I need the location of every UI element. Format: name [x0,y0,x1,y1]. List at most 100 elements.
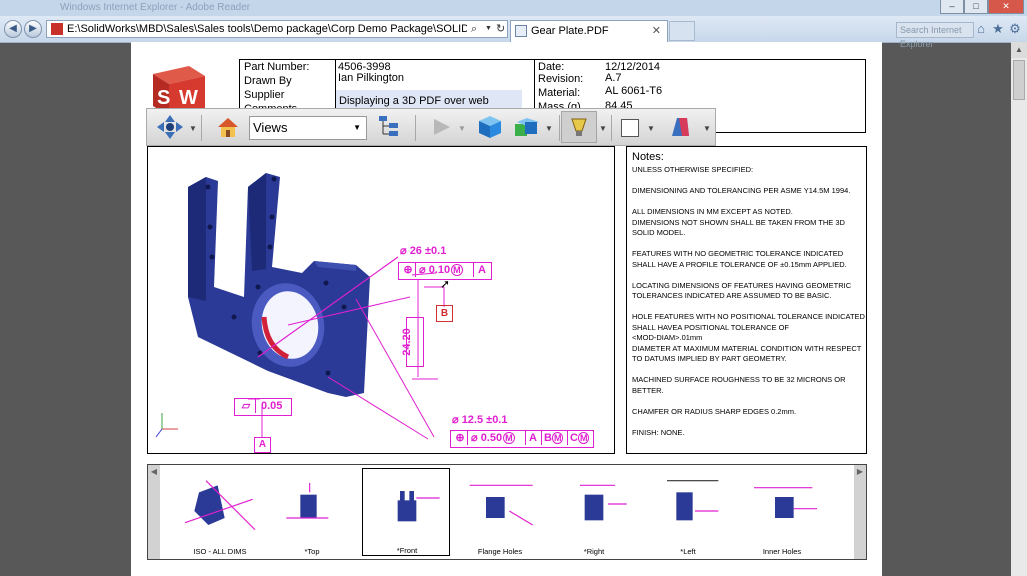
view-thumbnail[interactable]: Inner Holes [738,468,826,556]
fcf2-modifier: M [503,432,515,444]
scroll-right-button[interactable]: ▶ [854,465,866,559]
notes-line: ALL DIMENSIONS IN MM EXCEPT AS NOTED. [632,207,793,216]
diameter-dim-2: ⌀ 12.5 ±0.1 [452,414,508,426]
view-thumbnail-image [580,484,627,521]
window-title-bar: Windows Internet Explorer - Adobe Reader… [0,0,1027,16]
3d-cube-icon[interactable] [477,114,503,140]
back-button[interactable]: ◀ [4,20,22,38]
new-tab-button[interactable] [669,21,695,41]
notes-line: SHALL HAVE A PROFILE TOLERANCE OF ±0.15m… [632,259,847,269]
cross-section-icon[interactable] [667,114,693,140]
notes-line: LOCATING DIMENSIONS OF FEATURES HAVING G… [632,280,852,290]
search-input[interactable]: Search Internet Explorer [896,22,974,49]
notes-line: DIMENSIONING AND TOLERANCING PER ASME Y1… [632,186,851,195]
fcf2-datum-b: B [544,432,552,444]
3d-model-viewport[interactable]: ⌀ 26 ±0.1 ⊕ ⌀ 0.10 M A B 24.20 ▱ 0.05 A ⌀… [147,146,615,454]
vertical-dim-text: 24.20 [400,328,413,356]
tab-gear-plate[interactable]: Gear Plate.PDF ✕ [510,20,668,42]
address-input[interactable]: E:\SolidWorks\MBD\Sales\Sales tools\Demo… [46,20,508,38]
gear-plate-model [155,173,445,440]
dim2-text: 12.5 ±0.1 [461,414,508,426]
chevron-down-icon[interactable]: ▼ [545,124,553,133]
view-thumbnail[interactable]: ISO - ALL DIMS [176,468,264,556]
datum-a-marker: A [254,437,271,453]
view-thumbnail-label: Inner Holes [762,547,802,556]
background-color-swatch[interactable] [621,119,639,137]
tab-close-icon[interactable]: ✕ [652,21,661,41]
render-mode-icon[interactable] [513,114,543,140]
revision-label: Revision: [538,73,584,85]
flatness-symbol-icon: ▱ [237,399,256,413]
date-label: Date: [538,61,565,73]
rotate-tool-icon[interactable] [155,114,185,140]
fcf1-modifier: M [451,264,463,276]
notes-line: DIAMETER AT MAXIMUM MATERIAL CONDITION W… [632,343,862,353]
diameter-dim-1: ⌀ 26 ±0.1 [400,245,447,257]
notes-line: <MOD-DIAM>.01mm [632,333,703,342]
chevron-down-icon[interactable]: ▼ [189,124,197,133]
scroll-left-button[interactable]: ◀ [148,465,160,559]
notes-line: TOLERANCES INDICATED ARE ASSUMED TO BE B… [632,291,832,300]
chevron-down-icon[interactable]: ▼ [647,124,655,133]
position-symbol-icon: ⊕ [453,431,468,445]
view-thumbnail-label: Flange Holes [477,547,523,556]
home-view-icon[interactable] [217,114,239,140]
forward-button[interactable]: ▶ [24,20,42,38]
refresh-icon[interactable]: ↻ [496,21,505,37]
fcf2-datum-c: C [570,432,578,444]
view-thumbnail-image [184,480,256,531]
view-thumbnail-label: *Right [583,547,605,556]
view-thumbnail-image [286,483,329,519]
scroll-up-arrow[interactable]: ▲ [1011,42,1027,58]
3d-toolbar: ▼ Views ▼ ▼ ▼ ▼ ▼ ▼ [146,108,716,146]
maximize-button[interactable]: □ [964,0,988,14]
views-dropdown[interactable]: Views ▼ [249,116,367,140]
notes-line: FEATURES WITH NO GEOMETRIC TOLERANCE IND… [632,249,844,258]
drawn-by-label: Drawn By [244,75,292,87]
view-thumbnail[interactable]: *Top [268,468,356,556]
material-value: AL 6061-T6 [605,85,663,97]
lighting-icon [571,118,587,136]
vertical-scrollbar[interactable]: ▲ [1011,42,1027,576]
close-button[interactable]: ✕ [988,0,1024,14]
left-arrow-icon: ◀ [150,467,158,476]
notes-line: TO DATUMS IMPLIED BY PART GEOMETRY. [632,354,787,363]
view-thumbnail[interactable]: Flange Holes [456,468,544,556]
scroll-thumb[interactable] [1013,60,1025,100]
part-number-label: Part Number: [244,61,310,73]
view-thumbnail[interactable]: *Front [362,468,450,556]
search-icon[interactable]: ⌕ [471,21,477,37]
fcf1-value: 0.10 [428,264,451,276]
minimize-button[interactable]: – [940,0,964,14]
model-tree-icon[interactable] [377,114,401,140]
position-symbol-icon: ⊕ [401,263,416,277]
favorites-icon[interactable]: ★ [991,22,1005,36]
flatness-frame: ▱ 0.05 [234,398,292,416]
view-thumbnail-image [667,480,719,521]
notes-line: UNLESS OTHERWISE SPECIFIED: [632,165,754,174]
window-title: Windows Internet Explorer - Adobe Reader [60,2,251,13]
chevron-down-icon: ▼ [353,123,361,132]
view-thumbnail-image [754,487,817,518]
chevron-down-icon[interactable]: ▼ [599,124,607,133]
dim1-text: 26 ±0.1 [409,245,447,257]
dropdown-icon[interactable]: ▼ [485,21,492,37]
fcf2-datum-a: A [525,431,540,445]
view-thumbnail[interactable]: *Left [644,468,732,556]
view-thumbnail-image [469,484,533,526]
view-thumbnail-label: ISO - ALL DIMS [193,547,247,556]
vertical-dim: 24.20 [401,317,424,367]
play-animation-icon[interactable] [431,114,453,140]
chevron-down-icon[interactable]: ▼ [703,124,711,133]
revision-value: A.7 [605,72,622,84]
notes-line: DIMENSIONS NOT SHOWN SHALL BE TAKEN FROM… [632,217,845,227]
fcf1-datum: A [473,263,490,277]
gear-icon[interactable]: ⚙ [1008,22,1022,36]
home-icon[interactable]: ⌂ [974,22,988,36]
svg-text:S: S [157,87,170,109]
notes-line: SOLID MODEL. [632,228,686,237]
view-thumbnail[interactable]: *Right [550,468,638,556]
view-thumbnail-image [397,491,440,522]
lighting-button[interactable] [561,111,597,143]
chevron-down-icon[interactable]: ▼ [458,124,466,133]
